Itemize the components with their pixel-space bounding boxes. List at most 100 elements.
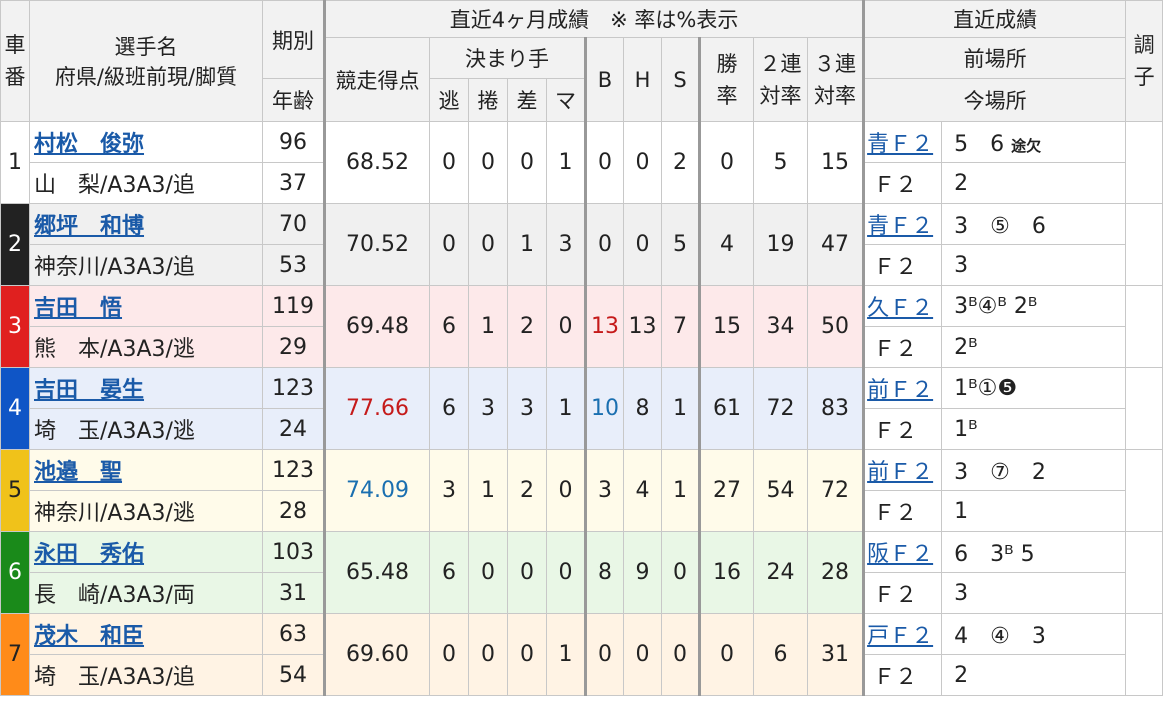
cur-results: 3 xyxy=(941,244,1127,286)
rider-name-link[interactable]: 郷坪 和博 xyxy=(34,214,144,239)
prev-results: 6 3ᴮ 5 xyxy=(941,531,1127,573)
prev-venue-cell[interactable]: 前Ｆ２ xyxy=(862,449,943,491)
h-count: 9 xyxy=(623,531,662,614)
condition-cell xyxy=(1125,121,1164,204)
ren2-rate: 6 xyxy=(753,613,808,696)
kimarite-sashi: 2 xyxy=(507,449,547,532)
ren2-rate: 24 xyxy=(753,531,808,614)
rider-row: 1 村松 俊弥 96 68.52 0 0 0 1 0 0 2 0 5 15 青Ｆ２ 5 6 途欠 xyxy=(0,121,1164,204)
prev-venue-link[interactable]: 阪Ｆ２ xyxy=(867,542,933,567)
ren2-rate: 5 xyxy=(753,121,808,204)
kimarite-makuri: 1 xyxy=(468,449,508,532)
prev-venue-link[interactable]: 久Ｆ２ xyxy=(867,296,933,321)
h-count: 8 xyxy=(623,367,662,450)
win-rate: 61 xyxy=(698,367,754,450)
header-prev-venue: 前場所 xyxy=(862,37,1127,79)
kimarite-nige: 3 xyxy=(429,449,469,532)
prev-results: 1ᴮ①❺ xyxy=(941,367,1127,409)
car-number: 7 xyxy=(0,613,30,696)
b-count: 13 xyxy=(584,285,624,368)
condition-cell xyxy=(1125,613,1164,696)
rider-name-cell[interactable]: 村松 俊弥 xyxy=(29,121,263,163)
kimarite-sashi: 2 xyxy=(507,285,547,368)
header-score: 競走得点 xyxy=(323,37,430,122)
age: 53 xyxy=(262,244,325,286)
race-score: 77.66 xyxy=(323,367,430,450)
rider-info: 長 崎/A3A3/両 xyxy=(29,572,263,614)
rider-name-cell[interactable]: 永田 秀佑 xyxy=(29,531,263,573)
term: 123 xyxy=(262,449,325,491)
rider-name-cell[interactable]: 郷坪 和博 xyxy=(29,203,263,245)
rider-name-link[interactable]: 茂木 和臣 xyxy=(34,624,144,649)
kimarite-nige: 0 xyxy=(429,203,469,286)
prev-venue-link[interactable]: 戸Ｆ２ xyxy=(867,624,933,649)
header-b: B xyxy=(584,37,624,122)
prev-venue-cell[interactable]: 前Ｆ２ xyxy=(862,367,943,409)
b-count: 0 xyxy=(584,121,624,204)
h-count: 0 xyxy=(623,203,662,286)
rider-name-cell[interactable]: 茂木 和臣 xyxy=(29,613,263,655)
win-rate: 0 xyxy=(698,613,754,696)
kimarite-nige: 6 xyxy=(429,285,469,368)
win-rate: 0 xyxy=(698,121,754,204)
h-count: 4 xyxy=(623,449,662,532)
rider-name-cell[interactable]: 池邉 聖 xyxy=(29,449,263,491)
rider-row: 5 池邉 聖 123 74.09 3 1 2 0 3 4 1 27 54 72 前Ｆ２ 3 ⑦ 2 xyxy=(0,449,1164,532)
rider-name-link[interactable]: 吉田 悟 xyxy=(34,296,122,321)
header-condition: 調 子 xyxy=(1125,0,1164,122)
kimarite-ma: 1 xyxy=(546,367,586,450)
prev-venue-link[interactable]: 前Ｆ２ xyxy=(867,378,933,403)
car-number: 2 xyxy=(0,203,30,286)
prev-venue-link[interactable]: 前Ｆ２ xyxy=(867,460,933,485)
rider-name-cell[interactable]: 吉田 晏生 xyxy=(29,367,263,409)
kimarite-makuri: 3 xyxy=(468,367,508,450)
header-kimarite: 決まり手 xyxy=(429,37,586,79)
b-count: 8 xyxy=(584,531,624,614)
term: 70 xyxy=(262,203,325,245)
kimarite-sashi: 0 xyxy=(507,121,547,204)
prev-venue-link[interactable]: 青Ｆ２ xyxy=(867,214,933,239)
prev-venue-cell[interactable]: 阪Ｆ２ xyxy=(862,531,943,573)
rider-name-link[interactable]: 池邉 聖 xyxy=(34,460,122,485)
prev-results-text: 3 ⑦ 2 xyxy=(954,460,1046,485)
ren3-rate: 47 xyxy=(806,203,865,286)
race-score: 68.52 xyxy=(323,121,430,204)
prev-venue-cell[interactable]: 戸Ｆ２ xyxy=(862,613,943,655)
b-count: 0 xyxy=(584,613,624,696)
car-number: 3 xyxy=(0,285,30,368)
prev-results: 4 ④ 3 xyxy=(941,613,1127,655)
rider-row: 7 茂木 和臣 63 69.60 0 0 0 1 0 0 0 0 6 31 戸Ｆ２ 4 ④ 3 xyxy=(0,613,1164,696)
header-term: 期別 xyxy=(262,0,325,79)
rider-name-link[interactable]: 永田 秀佑 xyxy=(34,542,144,567)
rider-name-cell[interactable]: 吉田 悟 xyxy=(29,285,263,327)
rider-name-link[interactable]: 村松 俊弥 xyxy=(34,132,144,157)
prev-venue-cell[interactable]: 久Ｆ２ xyxy=(862,285,943,327)
kimarite-nige: 0 xyxy=(429,121,469,204)
h-count: 0 xyxy=(623,121,662,204)
prev-results-text: 1ᴮ①❺ xyxy=(954,375,1018,401)
header-cur-venue: 今場所 xyxy=(862,78,1127,122)
car-number: 5 xyxy=(0,449,30,532)
prev-venue-link[interactable]: 青Ｆ２ xyxy=(867,132,933,157)
race-score: 70.52 xyxy=(323,203,430,286)
prev-results: 3 ⑤ 6 xyxy=(941,203,1127,245)
race-entry-table: 車 番 選手名 府県/級班前現/脚質 期別 直近4ヶ月成績 ※ 率は%表示 直近成… xyxy=(0,0,1164,696)
s-count: 5 xyxy=(661,203,700,286)
prev-venue-cell[interactable]: 青Ｆ２ xyxy=(862,121,943,163)
race-score: 69.48 xyxy=(323,285,430,368)
win-rate: 4 xyxy=(698,203,754,286)
kimarite-makuri: 0 xyxy=(468,531,508,614)
win-rate: 15 xyxy=(698,285,754,368)
kimarite-makuri: 0 xyxy=(468,203,508,286)
header-kimarite-nige: 逃 xyxy=(429,78,469,122)
kimarite-ma: 0 xyxy=(546,285,586,368)
h-count: 13 xyxy=(623,285,662,368)
rider-name-link[interactable]: 吉田 晏生 xyxy=(34,378,144,403)
ren2-rate: 54 xyxy=(753,449,808,532)
prev-venue-cell[interactable]: 青Ｆ２ xyxy=(862,203,943,245)
header-rider-name: 選手名 府県/級班前現/脚質 xyxy=(29,0,263,122)
prev-results: 5 6 途欠 xyxy=(941,121,1127,163)
race-score: 69.60 xyxy=(323,613,430,696)
kimarite-makuri: 0 xyxy=(468,613,508,696)
kimarite-sashi: 0 xyxy=(507,613,547,696)
